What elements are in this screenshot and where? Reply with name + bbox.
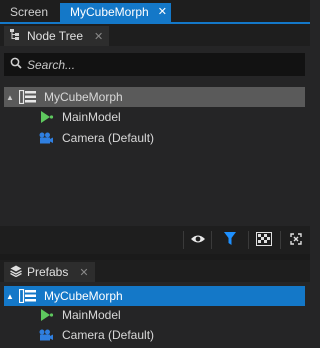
close-icon[interactable]: ✕ bbox=[79, 266, 88, 279]
screen-node-icon bbox=[18, 289, 38, 303]
tab-screen[interactable]: Screen bbox=[0, 3, 58, 22]
prefab-row-mainmodel[interactable]: MainModel bbox=[4, 305, 305, 325]
model-node-icon bbox=[36, 110, 56, 124]
expand-arrow-icon[interactable]: ▲ bbox=[4, 292, 16, 301]
frame-selection-button[interactable] bbox=[284, 229, 308, 251]
root-label: MyCubeMorph bbox=[44, 289, 123, 303]
node-tree-title: Node Tree bbox=[27, 29, 84, 43]
eye-icon bbox=[190, 233, 206, 247]
filter-button[interactable] bbox=[218, 229, 242, 251]
search-input[interactable] bbox=[27, 57, 287, 72]
search-icon bbox=[10, 57, 22, 72]
tree-row-camera[interactable]: Camera (Default) bbox=[4, 128, 305, 148]
node-label: MainModel bbox=[62, 308, 121, 322]
prefab-icon bbox=[10, 265, 22, 280]
node-label: Camera (Default) bbox=[62, 131, 155, 145]
prefabs-title: Prefabs bbox=[27, 265, 69, 279]
tab-mycubemorph[interactable]: MyCubeMorph ✕ bbox=[60, 3, 171, 22]
tab-label: MyCubeMorph bbox=[70, 5, 149, 19]
model-node-icon bbox=[36, 308, 56, 322]
prefab-row-camera[interactable]: Camera (Default) bbox=[4, 325, 305, 345]
node-tree-header: Node Tree ✕ bbox=[0, 24, 310, 46]
close-icon[interactable]: ✕ bbox=[94, 30, 103, 43]
toolbar-separator bbox=[183, 231, 184, 249]
tree-row-root[interactable]: ▲ MyCubeMorph bbox=[4, 87, 305, 107]
node-label: MainModel bbox=[62, 110, 121, 124]
camera-icon bbox=[36, 328, 56, 342]
prefabs-header: Prefabs ✕ bbox=[0, 260, 310, 282]
expand-arrow-icon[interactable]: ▲ bbox=[4, 93, 16, 102]
transparency-button[interactable] bbox=[252, 229, 276, 251]
tree-row-mainmodel[interactable]: MainModel bbox=[4, 107, 305, 127]
visibility-toggle-button[interactable] bbox=[186, 229, 210, 251]
close-icon[interactable]: ✕ bbox=[158, 3, 167, 22]
toolbar-separator bbox=[248, 231, 249, 249]
root-label: MyCubeMorph bbox=[44, 90, 123, 104]
checkerboard-icon bbox=[256, 231, 272, 249]
toolbar-separator bbox=[280, 231, 281, 249]
prefab-row-root[interactable]: ▲ MyCubeMorph bbox=[4, 286, 305, 306]
node-label: Camera (Default) bbox=[62, 328, 155, 342]
tab-node-tree[interactable]: Node Tree ✕ bbox=[4, 26, 110, 46]
search-field[interactable] bbox=[4, 53, 305, 76]
tab-prefabs[interactable]: Prefabs ✕ bbox=[4, 262, 95, 282]
frame-icon bbox=[290, 232, 302, 248]
filter-icon bbox=[224, 232, 236, 248]
node-tree-toolbar bbox=[0, 226, 310, 254]
document-tab-bar: Screen MyCubeMorph ✕ bbox=[0, 0, 310, 24]
node-tree-icon bbox=[10, 29, 22, 43]
camera-icon bbox=[36, 131, 56, 145]
toolbar-separator bbox=[211, 231, 212, 249]
screen-node-icon bbox=[18, 90, 38, 104]
